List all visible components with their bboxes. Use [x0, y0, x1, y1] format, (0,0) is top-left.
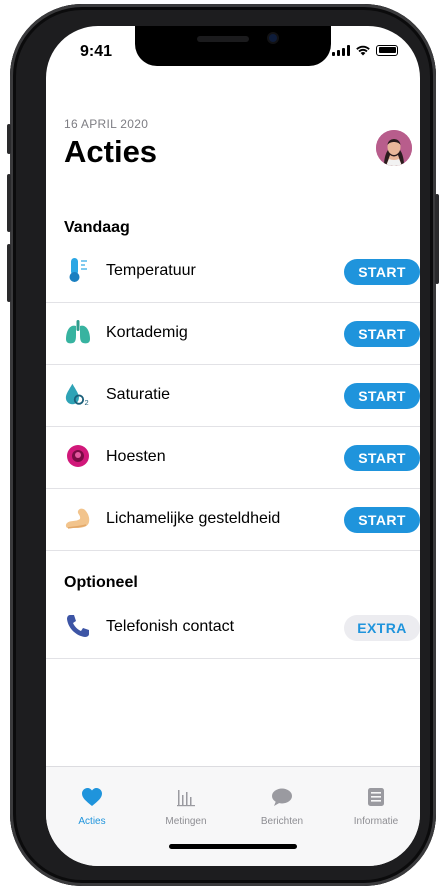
section-title-optional: Optioneel [64, 574, 138, 591]
screen: 9:41 16 APRIL 2020 Acties Vandaag Temper… [46, 26, 420, 866]
start-button-temperatuur[interactable]: START [344, 259, 420, 285]
start-button-hoesten[interactable]: START [344, 445, 420, 471]
start-button-lichamelijke-gesteldheid[interactable]: START [344, 507, 420, 533]
action-label: Hoesten [106, 448, 166, 465]
volume-up-button [7, 174, 11, 232]
extra-button-telefonish-contact[interactable]: EXTRA [344, 615, 420, 641]
document-icon [368, 788, 384, 806]
tab-berichten[interactable]: Berichten [242, 787, 322, 827]
phone-icon [64, 612, 92, 640]
oxygen-drop-icon: 2 [64, 380, 92, 408]
action-label: Lichamelijke gesteldheid [106, 510, 281, 527]
section-title-today: Vandaag [64, 219, 130, 236]
start-button-saturatie[interactable]: START [344, 383, 420, 409]
tab-label: Berichten [260, 816, 304, 827]
header-date: 16 APRIL 2020 [64, 117, 149, 131]
heart-icon [82, 788, 102, 806]
speaker-grille [197, 36, 249, 42]
mute-switch [7, 124, 11, 154]
tab-label: Metingen [165, 816, 207, 827]
cough-icon [64, 442, 92, 470]
avatar-portrait-icon [376, 130, 412, 166]
tab-informatie[interactable]: Informatie [336, 787, 416, 827]
action-row-hoesten: Hoesten START [46, 427, 420, 489]
tab-bar: Acties Metingen Berichten Informatie [46, 766, 420, 866]
cellular-signal-icon [332, 44, 350, 56]
tab-label: Informatie [353, 816, 399, 827]
battery-icon [376, 44, 398, 56]
action-row-lichamelijke-gesteldheid: Lichamelijke gesteldheid START [46, 489, 420, 551]
chat-bubble-icon [272, 788, 292, 806]
status-time: 9:41 [80, 43, 113, 60]
action-label: Temperatuur [106, 262, 196, 279]
tab-acties[interactable]: Acties [52, 787, 132, 827]
action-row-saturatie: 2 Saturatie START [46, 365, 420, 427]
page-title: Acties [64, 134, 158, 169]
status-icons [332, 44, 398, 56]
volume-down-button [7, 244, 11, 302]
action-label: Telefonish contact [106, 618, 235, 635]
svg-text:2: 2 [85, 398, 89, 407]
home-indicator[interactable] [169, 844, 297, 849]
bar-chart-icon [177, 790, 195, 807]
notch [135, 26, 331, 66]
action-row-telefonish-contact: Telefonish contact EXTRA [46, 597, 420, 659]
row-divider [46, 658, 420, 659]
wifi-icon [356, 45, 370, 56]
avatar[interactable] [376, 130, 412, 166]
thermometer-icon [64, 256, 92, 284]
arm-icon [64, 504, 92, 532]
tab-label: Acties [78, 816, 106, 827]
front-camera [269, 34, 277, 42]
action-row-temperatuur: Temperatuur START [46, 241, 420, 303]
phone-frame: 9:41 16 APRIL 2020 Acties Vandaag Temper… [7, 4, 439, 886]
action-row-kortademig: Kortademig START [46, 303, 420, 365]
tab-metingen[interactable]: Metingen [146, 787, 226, 827]
row-divider [46, 550, 420, 551]
side-button [435, 194, 439, 284]
lungs-icon [64, 318, 92, 346]
action-label: Saturatie [106, 386, 171, 403]
action-label: Kortademig [106, 324, 188, 341]
start-button-kortademig[interactable]: START [344, 321, 420, 347]
